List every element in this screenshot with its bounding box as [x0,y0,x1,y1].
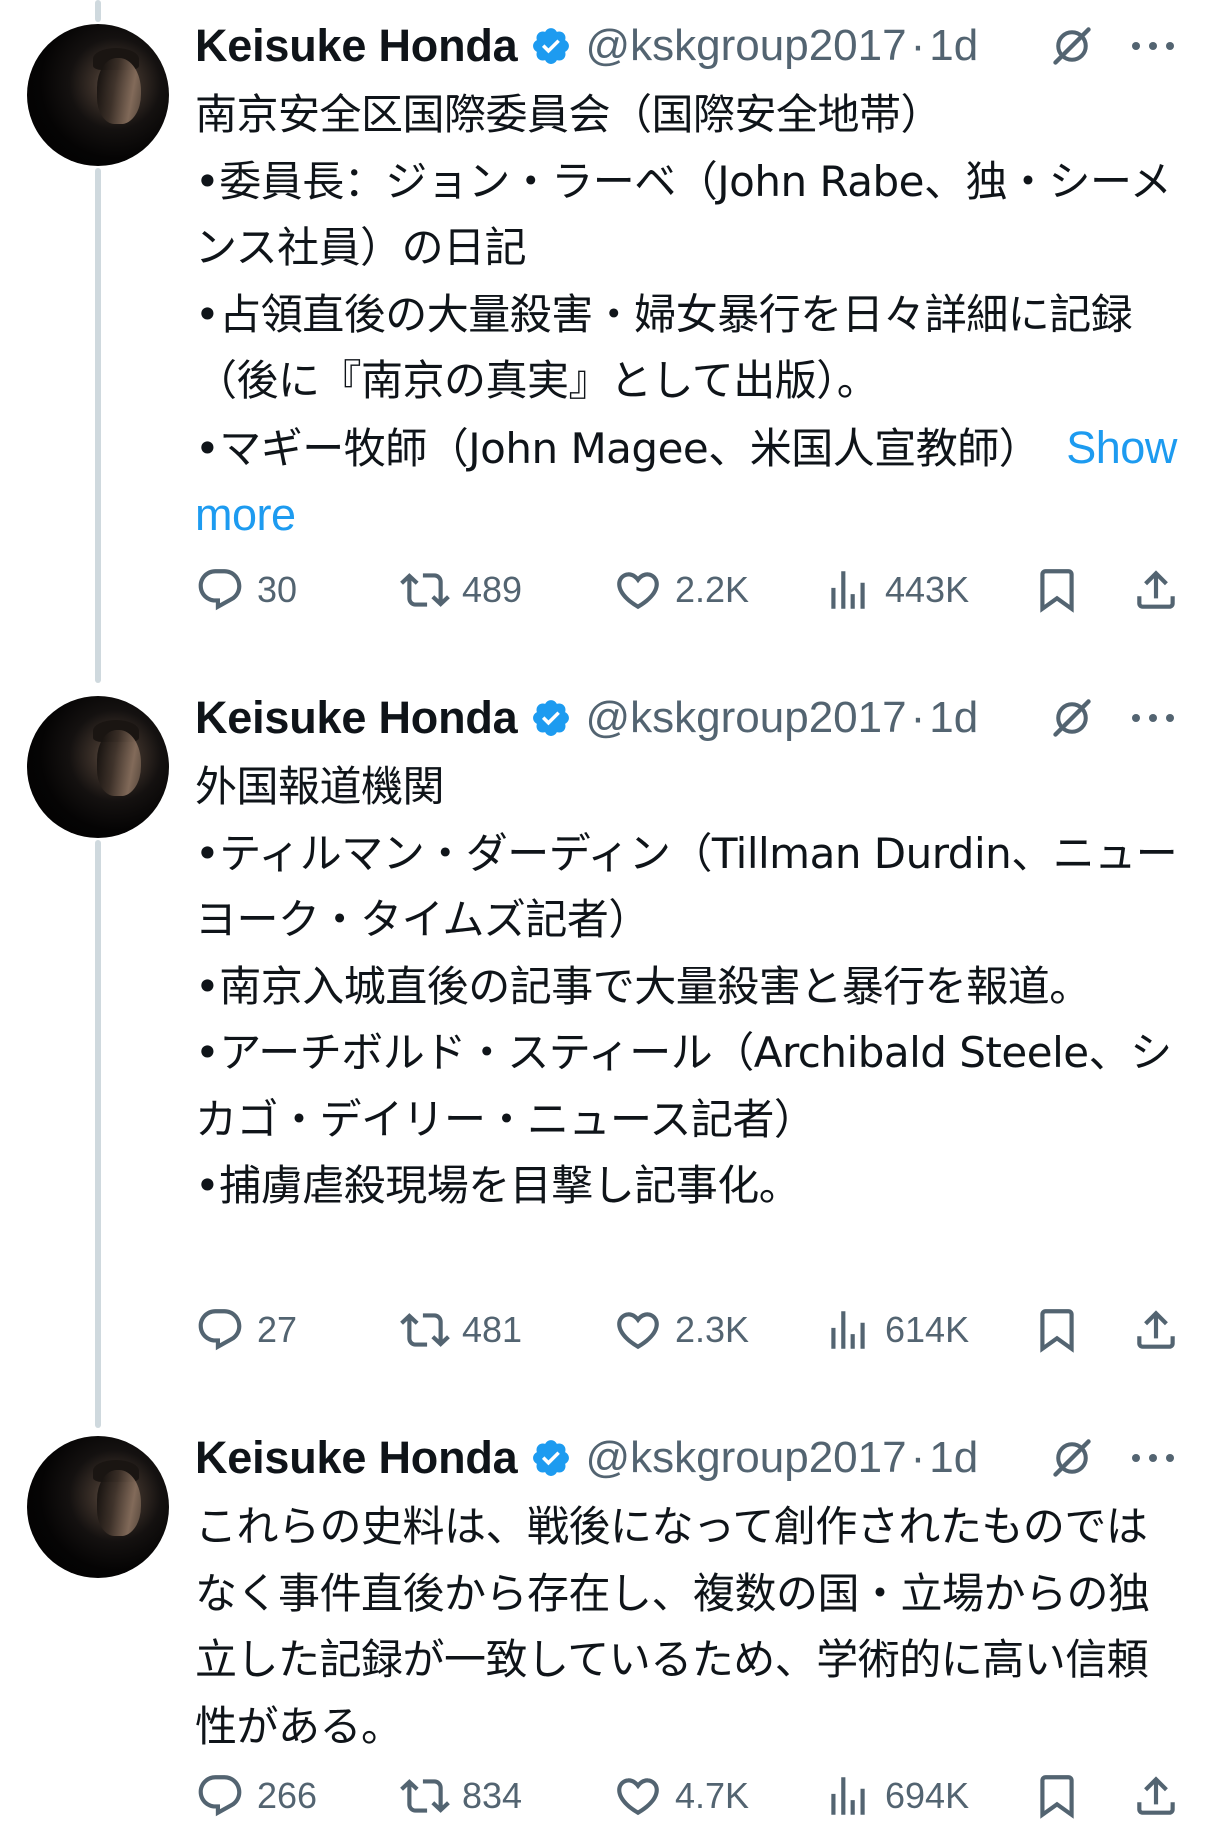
like-button[interactable]: 4.7K [613,1766,749,1826]
avatar[interactable] [27,24,169,166]
views-button[interactable]: 443K [823,560,969,620]
views-button[interactable]: 614K [823,1300,969,1360]
share-icon [1137,1776,1175,1815]
tweet[interactable]: Keisuke Honda @kskgroup2017 · 1d 外国報道機関 … [0,672,1206,1412]
avatar[interactable] [27,1436,169,1578]
bookmark-icon [1040,1775,1074,1819]
dot-separator: · [910,693,926,742]
bookmark-button[interactable] [1032,560,1082,620]
views-count: 614K [885,1309,970,1350]
share-icon [1137,570,1175,609]
views-count: 443K [885,569,970,610]
author-name[interactable]: Keisuke Honda [195,1432,518,1484]
tweet[interactable]: Keisuke Honda @kskgroup2017 · 1d 南京安全区国際… [0,0,1206,680]
like-button[interactable]: 2.2K [613,560,749,620]
timestamp[interactable]: 1d [929,1433,978,1483]
author-handle[interactable]: @kskgroup2017 [586,21,907,71]
like-icon [617,1778,659,1816]
dot-separator: · [910,21,926,70]
share-button[interactable] [1131,1766,1181,1826]
action-bar: 30 489 2.2K 443K [195,560,1185,620]
tweet[interactable]: Keisuke Honda @kskgroup2017 · 1d これらの史料は… [0,1412,1206,1841]
bookmark-icon [1040,569,1074,613]
views-button[interactable]: 694K [823,1766,969,1826]
more-icon[interactable] [1130,40,1176,52]
retweet-button[interactable]: 489 [400,560,522,620]
action-bar: 266 834 4.7K 694K [195,1766,1185,1826]
bookmark-button[interactable] [1032,1300,1082,1360]
retweet-count: 489 [462,569,523,610]
reply-count: 30 [257,569,298,610]
views-icon [831,1777,865,1815]
views-icon [831,571,865,609]
retweet-icon [400,573,450,607]
reply-button[interactable]: 266 [195,1766,317,1826]
like-count: 2.2K [675,569,750,610]
retweet-button[interactable]: 834 [400,1766,522,1826]
verified-badge-icon [532,28,569,64]
grok-icon[interactable] [1050,24,1094,68]
retweet-button[interactable]: 481 [400,1300,522,1360]
bookmark-icon [1040,1309,1074,1353]
tweet-text: 外国報道機関 •ティルマン・ダーディン（Tillman Durdin、ニューヨー… [195,762,1178,1210]
verified-badge-icon [532,1440,569,1476]
views-icon [831,1311,865,1349]
author-handle[interactable]: @kskgroup2017 [586,693,907,743]
reply-icon [198,569,242,611]
bookmark-button[interactable] [1032,1766,1082,1826]
tweet-header: Keisuke Honda @kskgroup2017 · 1d [195,1430,1206,1486]
more-icon[interactable] [1130,1452,1176,1464]
retweet-count: 481 [462,1309,523,1350]
avatar[interactable] [27,696,169,838]
views-count: 694K [885,1775,970,1816]
timestamp[interactable]: 1d [929,693,978,743]
like-icon [617,1312,659,1350]
like-count: 4.7K [675,1775,750,1816]
reply-count: 27 [257,1309,298,1350]
share-button[interactable] [1131,560,1181,620]
retweet-icon [400,1313,450,1347]
share-button[interactable] [1131,1300,1181,1360]
verified-badge-icon [532,700,569,736]
author-name[interactable]: Keisuke Honda [195,20,518,72]
share-icon [1137,1310,1175,1349]
reply-count: 266 [257,1775,318,1816]
timestamp[interactable]: 1d [929,21,978,71]
retweet-count: 834 [462,1775,523,1816]
reply-icon [198,1309,242,1351]
grok-icon[interactable] [1050,1436,1094,1480]
action-bar: 27 481 2.3K 614K [195,1300,1185,1360]
author-handle[interactable]: @kskgroup2017 [586,1433,907,1483]
author-name[interactable]: Keisuke Honda [195,692,518,744]
like-icon [617,572,659,610]
reply-icon [198,1775,242,1817]
dot-separator: · [910,1433,926,1482]
tweet-text: これらの史料は、戦後になって創作されたものではなく事件直後から存在し、複数の国・… [195,1502,1150,1751]
reply-button[interactable]: 27 [195,1300,297,1360]
retweet-icon [400,1779,450,1813]
tweet-body: 南京安全区国際委員会（国際安全地帯） •委員長：ジョン・ラーベ（John Rab… [195,90,1172,473]
like-count: 2.3K [675,1309,750,1350]
more-icon[interactable] [1130,712,1176,724]
grok-icon[interactable] [1050,696,1094,740]
like-button[interactable]: 2.3K [613,1300,749,1360]
tweet-header: Keisuke Honda @kskgroup2017 · 1d [195,18,1206,74]
tweet-text: 南京安全区国際委員会（国際安全地帯） •委員長：ジョン・ラーベ（John Rab… [195,82,1185,550]
reply-button[interactable]: 30 [195,560,297,620]
tweet-header: Keisuke Honda @kskgroup2017 · 1d [195,690,1206,746]
